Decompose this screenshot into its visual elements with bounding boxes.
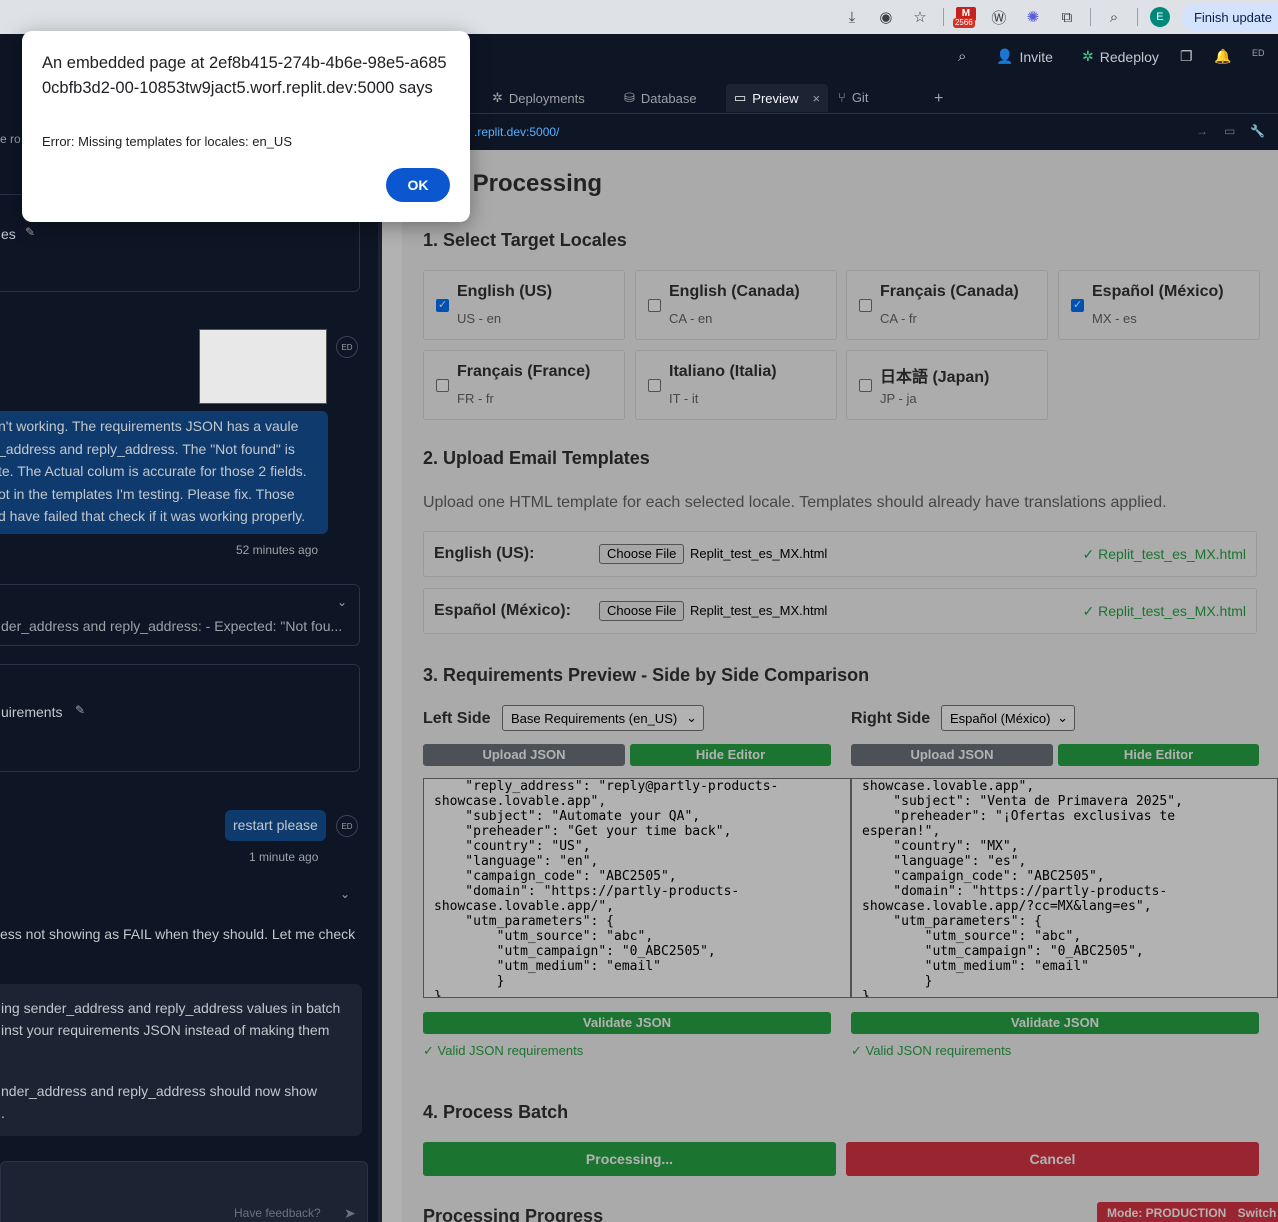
- separator: [1089, 8, 1091, 26]
- add-user-icon: 👤: [996, 48, 1014, 64]
- gmail-extension-icon[interactable]: M 2566: [952, 6, 979, 28]
- finish-update-button[interactable]: Finish update: [1181, 3, 1278, 31]
- message-timestamp: 52 minutes ago: [236, 543, 319, 557]
- panel-tab-fragment[interactable]: e ro: [0, 132, 21, 146]
- invite-button[interactable]: 👤 Invite: [996, 48, 1053, 65]
- user-avatar: ED: [336, 815, 358, 837]
- invite-label: Invite: [1019, 48, 1053, 65]
- notifications-bell-icon[interactable]: 🔔: [1214, 48, 1231, 65]
- separator: [1136, 8, 1138, 26]
- deploy-icon: ✲: [1082, 48, 1094, 64]
- profile-avatar[interactable]: E: [1149, 7, 1170, 27]
- extension-gear-icon[interactable]: ✺: [1019, 5, 1047, 29]
- database-icon: ⛁: [624, 90, 635, 105]
- bookmark-star-icon[interactable]: ☆: [906, 5, 934, 29]
- wrench-icon[interactable]: 🔧: [1250, 124, 1265, 138]
- modal-backdrop: [382, 150, 1278, 1222]
- user-message-bubble: restart please: [225, 810, 326, 841]
- browser-extensions: ⤓ ◉ ☆ M 2566 Ⓦ ✺ ⧉ ⌕ E Finish update: [835, 0, 1278, 34]
- wordpress-icon[interactable]: Ⓦ: [985, 5, 1013, 29]
- checkpoint-card: uirements ✎: [0, 664, 360, 772]
- workspace-topbar: ⌕ 👤 Invite ✲ Redeploy ❐ 🔔 ED: [382, 34, 1278, 84]
- preview-icon: ▭: [734, 90, 747, 105]
- user-message-line: te. The Actual colum is accurate for tho…: [0, 463, 307, 479]
- agent-summary-card: ing sender_address and reply_address val…: [0, 984, 362, 1136]
- preview-url[interactable]: .replit.dev:5000/: [474, 125, 559, 139]
- tab-database[interactable]: ⛁ Database: [624, 90, 697, 106]
- user-message-line: d have failed that check if it was worki…: [0, 508, 306, 524]
- deployments-icon: ✲: [492, 90, 503, 105]
- separator: [942, 8, 944, 26]
- user-avatar[interactable]: ED: [1252, 48, 1265, 58]
- tab-label: Database: [640, 90, 697, 106]
- git-icon: ⑂: [838, 90, 846, 105]
- agent-summary-line: ing sender_address and reply_address val…: [1, 1000, 341, 1016]
- search-tabs-icon[interactable]: ⌕: [1100, 5, 1128, 29]
- edit-icon[interactable]: ✎: [25, 225, 35, 239]
- browser-toolbar: ⤓ ◉ ☆ M 2566 Ⓦ ✺ ⧉ ⌕ E Finish update: [0, 0, 1278, 34]
- collapsed-response-card[interactable]: der_address and reply_address: - Expecte…: [0, 584, 360, 646]
- search-icon[interactable]: ⌕: [958, 48, 966, 65]
- agent-summary-line: nder_address and reply_address should no…: [1, 1083, 317, 1099]
- chevron-down-icon[interactable]: ⌄: [340, 887, 350, 901]
- new-tab-icon[interactable]: +: [934, 90, 943, 108]
- tab-label: Git: [851, 90, 869, 105]
- gmail-count: 2566: [952, 18, 975, 28]
- redeploy-button[interactable]: ✲ Redeploy: [1082, 48, 1159, 65]
- agent-summary-line: .: [1, 1105, 5, 1121]
- workspace-tabs: ✲ Deployments ⛁ Database ▭ Preview × ⑂ G…: [382, 84, 1278, 114]
- alert-title: An embedded page at 2ef8b415-274b-4b6e-9…: [42, 54, 447, 97]
- tab-label: Deployments: [508, 90, 585, 106]
- preview-url-bar: .replit.dev:5000/ → ▭ 🔧: [382, 114, 1278, 150]
- redeploy-label: Redeploy: [1099, 48, 1159, 65]
- user-message-line: _address and reply_address. The "Not fou…: [0, 440, 295, 457]
- user-message-bubble: n't working. The requirements JSON has a…: [0, 411, 328, 534]
- close-icon[interactable]: ×: [813, 91, 821, 106]
- agent-summary-line: inst your requirements JSON instead of m…: [1, 1022, 330, 1038]
- copy-icon[interactable]: ❐: [1180, 48, 1193, 65]
- tab-label: Preview: [752, 90, 799, 106]
- eye-slash-icon[interactable]: ◉: [872, 5, 900, 29]
- alert-message: Error: Missing templates for locales: en…: [42, 134, 292, 149]
- send-icon[interactable]: ➤: [344, 1205, 356, 1222]
- history-card-label: es: [1, 226, 16, 242]
- extensions-puzzle-icon[interactable]: ⧉: [1053, 5, 1081, 29]
- user-message-line: ot in the templates I'm testing. Please …: [0, 485, 295, 502]
- alert-ok-button[interactable]: OK: [386, 168, 450, 202]
- agent-message: ess not showing as FAIL when they should…: [0, 926, 356, 942]
- install-app-icon[interactable]: ⤓: [838, 5, 866, 29]
- devtools-icon[interactable]: ▭: [1224, 124, 1235, 138]
- collapsed-response-summary: der_address and reply_address: - Expecte…: [1, 618, 343, 634]
- arrow-right-icon[interactable]: →: [1196, 124, 1208, 138]
- user-message-line: n't working. The requirements JSON has a…: [0, 418, 299, 434]
- feedback-link[interactable]: Have feedback?: [234, 1206, 321, 1220]
- chevron-down-icon[interactable]: ⌄: [337, 595, 347, 609]
- edit-icon[interactable]: ✎: [75, 703, 85, 717]
- checkpoint-label: uirements: [1, 704, 63, 720]
- message-timestamp: 1 minute ago: [249, 850, 319, 864]
- tab-deployments[interactable]: ✲ Deployments: [492, 90, 585, 106]
- attached-screenshot-thumbnail[interactable]: [199, 329, 327, 404]
- tab-preview[interactable]: ▭ Preview ×: [726, 84, 829, 112]
- alert-dialog: An embedded page at 2ef8b415-274b-4b6e-9…: [22, 31, 470, 222]
- tab-git[interactable]: ⑂ Git: [838, 90, 868, 105]
- user-avatar: ED: [336, 336, 358, 358]
